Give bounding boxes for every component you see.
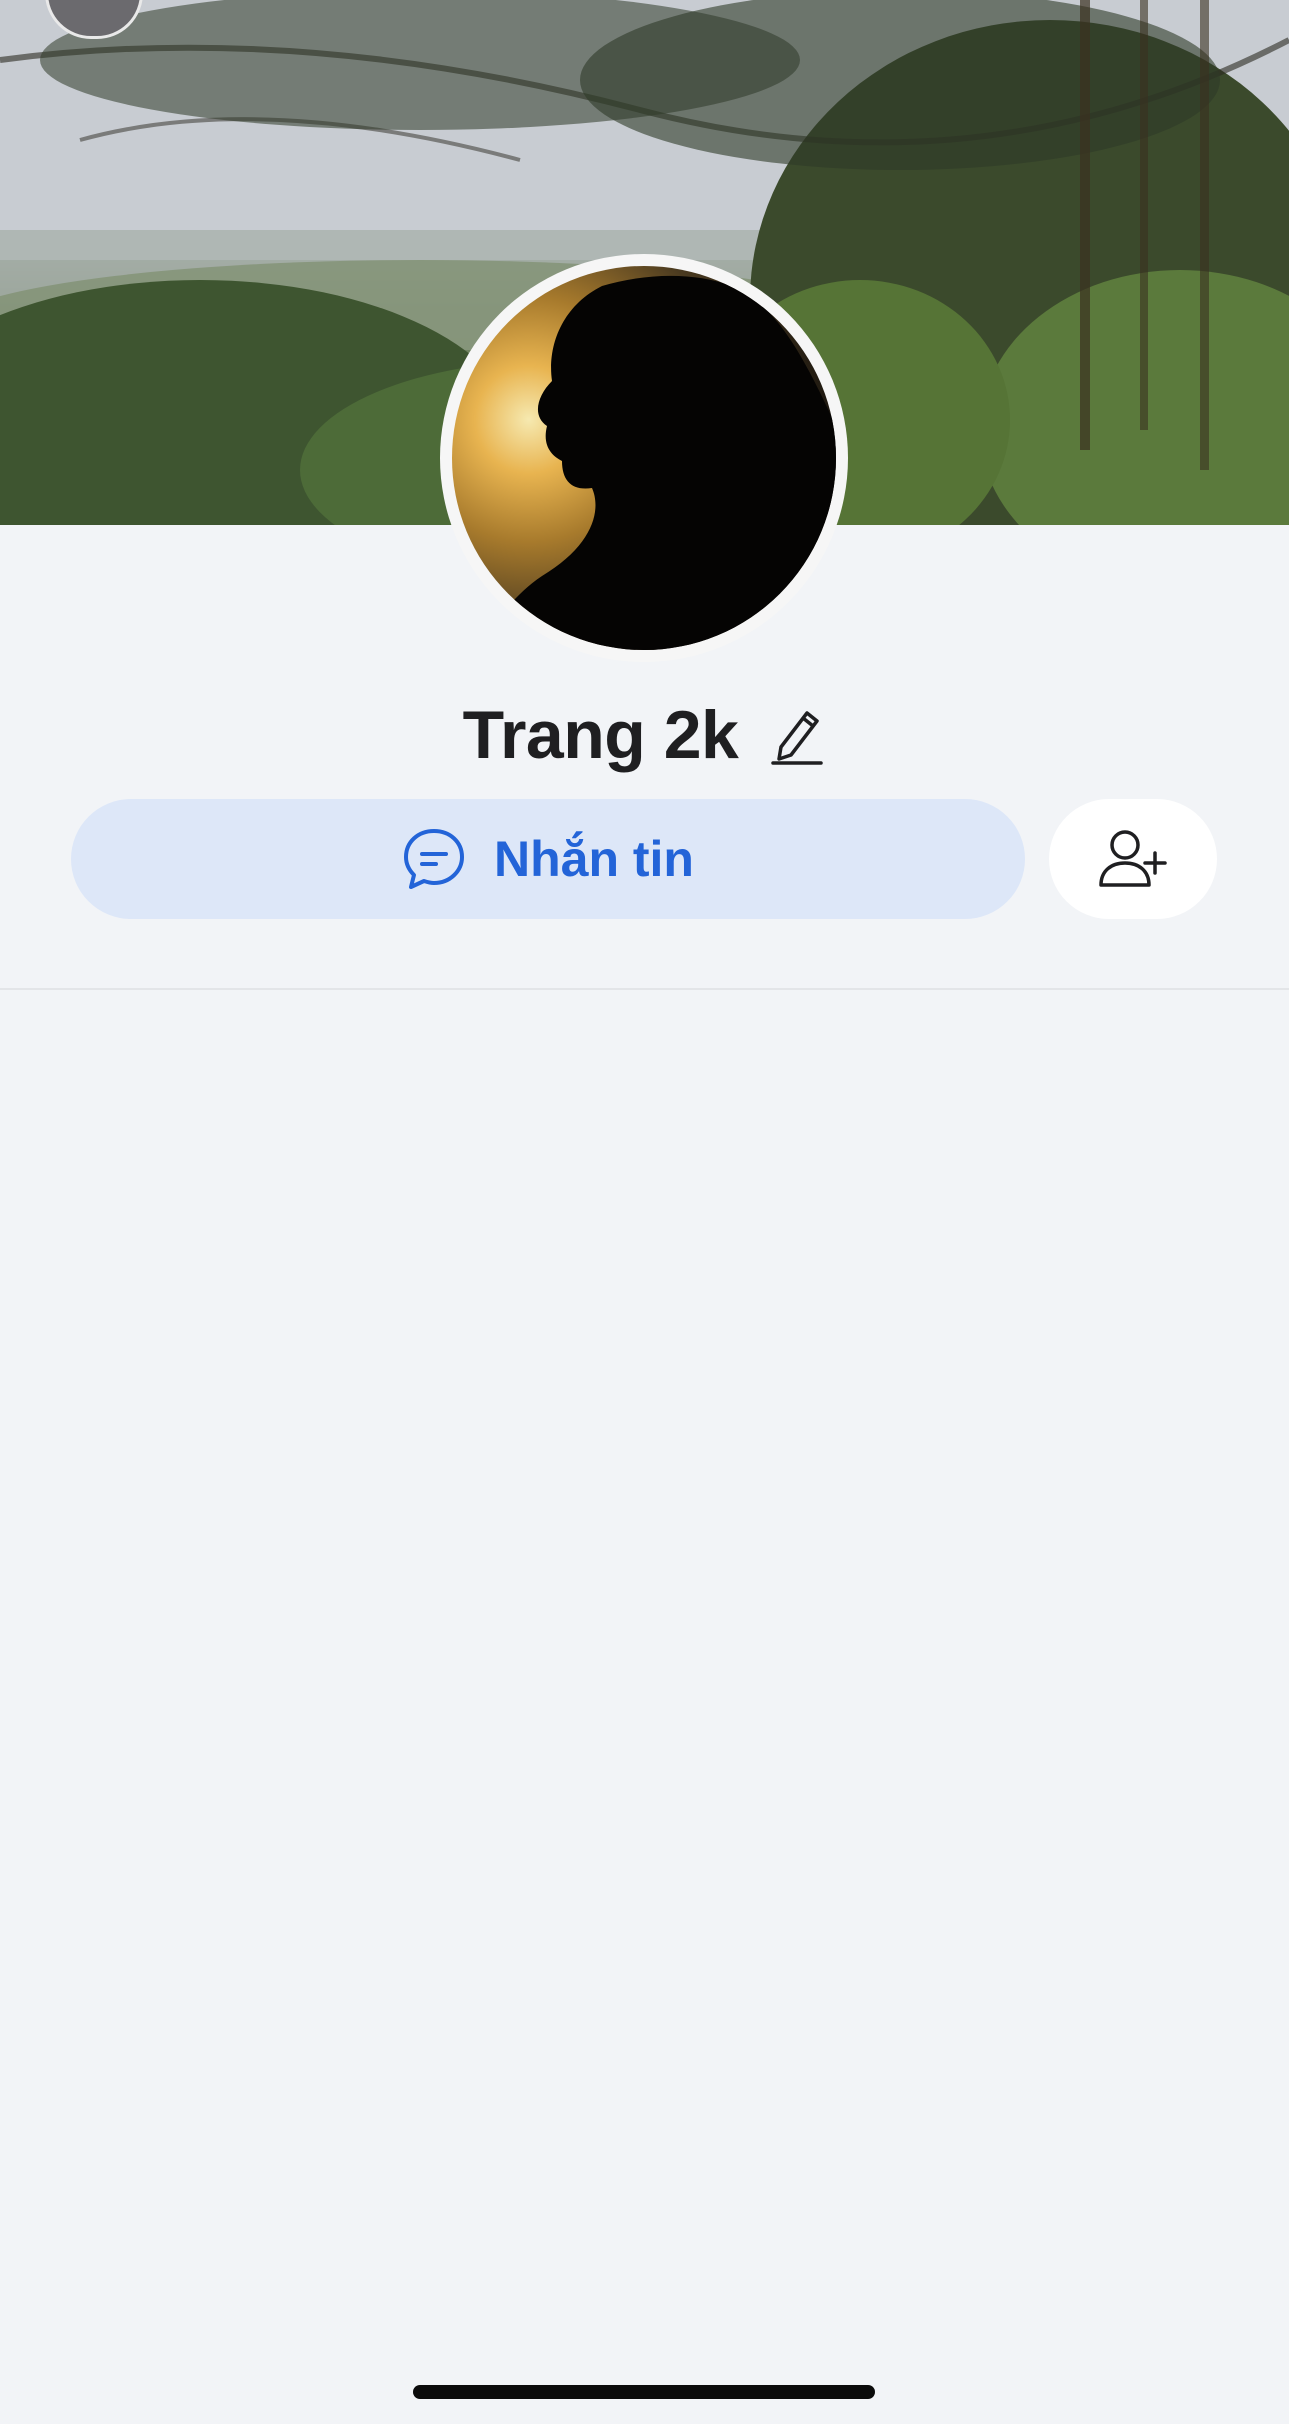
chat-bubble-icon xyxy=(404,829,464,889)
profile-avatar[interactable] xyxy=(452,266,836,650)
add-friend-icon xyxy=(1099,830,1167,887)
profile-name-row: Trang 2k xyxy=(0,690,1289,780)
message-button-label: Nhắn tin xyxy=(494,831,694,887)
message-button[interactable]: Nhắn tin xyxy=(71,799,1025,919)
section-divider xyxy=(0,988,1289,990)
avatar-silhouette xyxy=(482,275,836,650)
home-indicator[interactable] xyxy=(413,2385,875,2399)
edit-name-button[interactable] xyxy=(768,703,826,767)
add-friend-button[interactable] xyxy=(1049,799,1217,919)
profile-name: Trang 2k xyxy=(462,697,739,773)
pencil-icon xyxy=(771,711,824,765)
